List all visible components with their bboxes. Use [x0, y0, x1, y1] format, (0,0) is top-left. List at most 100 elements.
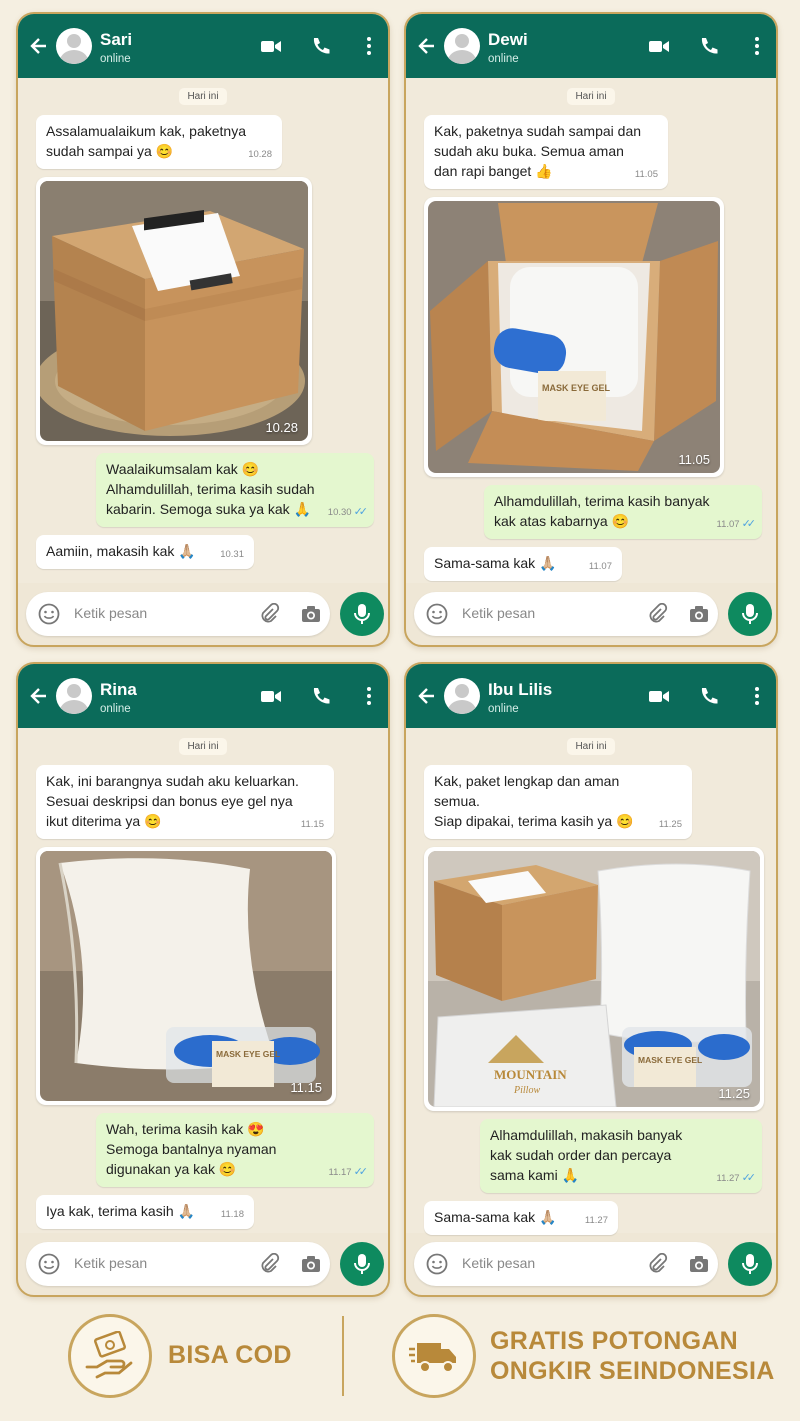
emoji-icon[interactable]	[426, 603, 448, 625]
message-list[interactable]: Hari ini Assalamualaikum kak, paketnya s…	[18, 78, 388, 583]
contact-name[interactable]: Ibu Lilis	[488, 680, 552, 700]
video-call-icon[interactable]	[260, 686, 282, 706]
message-input[interactable]: Ketik pesan	[74, 605, 147, 621]
avatar[interactable]	[56, 678, 92, 714]
photo-time: 11.15	[290, 1080, 322, 1095]
message-input[interactable]: Ketik pesan	[462, 1255, 535, 1271]
read-check-icon: ✓✓	[741, 1172, 757, 1184]
message-input-bar[interactable]: Ketik pesan	[26, 1242, 330, 1286]
message-list[interactable]: Hari ini Kak, paket lengkap dan aman sem…	[406, 728, 776, 1235]
avatar[interactable]	[444, 28, 480, 64]
brand-logo-subtext: Pillow	[513, 1085, 540, 1096]
chat-window-rina: Rina online Hari ini Kak, ini barangnya …	[16, 662, 390, 1297]
voice-message-button[interactable]	[340, 1242, 384, 1286]
emoji-icon[interactable]	[426, 1253, 448, 1275]
avatar[interactable]	[56, 28, 92, 64]
incoming-message[interactable]: Sama-sama kak 🙏🏼 11.07	[424, 547, 622, 581]
phone-call-icon[interactable]	[310, 686, 332, 706]
contact-status: online	[488, 53, 519, 65]
incoming-message[interactable]: Kak, ini barangnya sudah aku keluarkan. …	[36, 765, 334, 839]
message-input-bar[interactable]: Ketik pesan	[414, 592, 718, 636]
message-time: 11.05	[634, 169, 658, 180]
contact-status: online	[100, 53, 131, 65]
brand-logo-text: MOUNTAIN	[494, 1067, 567, 1082]
outgoing-message[interactable]: Waalaikumsalam kak 😊 Alhamdulillah, teri…	[96, 453, 374, 527]
attach-icon[interactable]	[646, 603, 668, 625]
more-options-icon[interactable]	[358, 36, 380, 56]
message-text: Wah, terima kasih kak 😍 Semoga bantalnya…	[106, 1121, 277, 1177]
message-time: 10.31	[220, 549, 244, 560]
shipping-label-line1: GRATIS POTONGAN	[490, 1327, 739, 1355]
message-time: 11.07 ✓✓	[716, 518, 757, 530]
message-text: Kak, paketnya sudah sampai dan sudah aku…	[434, 123, 642, 179]
message-text: Aamiin, makasih kak 🙏🏼	[46, 543, 196, 559]
emoji-icon[interactable]	[38, 603, 60, 625]
incoming-message[interactable]: Assalamualaikum kak, paketnya sudah samp…	[36, 115, 282, 169]
camera-icon[interactable]	[688, 1253, 710, 1275]
more-options-icon[interactable]	[358, 686, 380, 706]
message-time: 11.18	[220, 1209, 244, 1220]
shipping-badge	[392, 1314, 476, 1398]
message-time: 11.17 ✓✓	[328, 1166, 368, 1178]
incoming-message[interactable]: Aamiin, makasih kak 🙏🏼 10.31	[36, 535, 254, 569]
more-options-icon[interactable]	[746, 686, 768, 706]
contact-name[interactable]: Rina	[100, 680, 137, 700]
message-list[interactable]: Hari ini Kak, ini barangnya sudah aku ke…	[18, 728, 388, 1233]
contact-status: online	[488, 703, 519, 715]
message-text: Sama-sama kak 🙏🏼	[434, 1209, 557, 1225]
attach-icon[interactable]	[646, 1253, 668, 1275]
more-options-icon[interactable]	[746, 36, 768, 56]
microphone-icon	[354, 1254, 370, 1274]
message-text: Kak, paket lengkap dan aman semua. Siap …	[434, 773, 634, 829]
outgoing-message[interactable]: Wah, terima kasih kak 😍 Semoga bantalnya…	[96, 1113, 374, 1187]
message-time: 11.27 ✓✓	[716, 1172, 757, 1184]
outgoing-message[interactable]: Alhamdulillah, terima kasih banyak kak a…	[484, 485, 762, 539]
video-call-icon[interactable]	[260, 36, 282, 56]
chat-header: Dewi online	[406, 14, 776, 78]
back-arrow-icon[interactable]	[418, 686, 436, 706]
camera-icon[interactable]	[688, 603, 710, 625]
camera-icon[interactable]	[300, 603, 322, 625]
message-list[interactable]: Hari ini Kak, paketnya sudah sampai dan …	[406, 78, 776, 583]
read-check-icon: ✓✓	[741, 518, 757, 530]
opened-box-photo: MASK EYE GEL	[428, 201, 720, 473]
chat-header: Ibu Lilis online	[406, 664, 776, 728]
incoming-message[interactable]: Sama-sama kak 🙏🏼 11.27	[424, 1201, 618, 1235]
attach-icon[interactable]	[258, 1253, 280, 1275]
incoming-message[interactable]: Kak, paketnya sudah sampai dan sudah aku…	[424, 115, 668, 189]
message-input-bar[interactable]: Ketik pesan	[414, 1242, 718, 1286]
back-arrow-icon[interactable]	[30, 36, 48, 56]
outgoing-message[interactable]: Alhamdulillah, makasih banyak kak sudah …	[480, 1119, 762, 1193]
incoming-photo-message[interactable]: MASK EYE GEL 11.15	[36, 847, 336, 1105]
phone-call-icon[interactable]	[698, 686, 720, 706]
incoming-photo-message[interactable]: MASK EYE GEL 11.05	[424, 197, 724, 477]
voice-message-button[interactable]	[728, 1242, 772, 1286]
video-call-icon[interactable]	[648, 36, 670, 56]
phone-call-icon[interactable]	[310, 36, 332, 56]
message-time: 11.25	[658, 819, 682, 830]
voice-message-button[interactable]	[728, 592, 772, 636]
incoming-photo-message[interactable]: 10.28	[36, 177, 312, 445]
message-input[interactable]: Ketik pesan	[462, 605, 535, 621]
voice-message-button[interactable]	[340, 592, 384, 636]
phone-call-icon[interactable]	[698, 36, 720, 56]
message-time: 10.28	[248, 149, 272, 160]
message-text: Alhamdulillah, terima kasih banyak kak a…	[494, 493, 710, 529]
message-time: 11.07	[588, 561, 612, 572]
attach-icon[interactable]	[258, 603, 280, 625]
incoming-message[interactable]: Iya kak, terima kasih 🙏🏼 11.18	[36, 1195, 254, 1229]
chat-header: Sari online	[18, 14, 388, 78]
video-call-icon[interactable]	[648, 686, 670, 706]
contact-name[interactable]: Sari	[100, 30, 132, 50]
contact-name[interactable]: Dewi	[488, 30, 528, 50]
incoming-photo-message[interactable]: MOUNTAIN Pillow MASK EYE GEL 11.25	[424, 847, 764, 1111]
message-input-bar[interactable]: Ketik pesan	[26, 592, 330, 636]
avatar[interactable]	[444, 678, 480, 714]
emoji-icon[interactable]	[38, 1253, 60, 1275]
incoming-message[interactable]: Kak, paket lengkap dan aman semua. Siap …	[424, 765, 692, 839]
back-arrow-icon[interactable]	[418, 36, 436, 56]
delivery-truck-icon	[409, 1343, 456, 1373]
message-input[interactable]: Ketik pesan	[74, 1255, 147, 1271]
camera-icon[interactable]	[300, 1253, 322, 1275]
back-arrow-icon[interactable]	[30, 686, 48, 706]
